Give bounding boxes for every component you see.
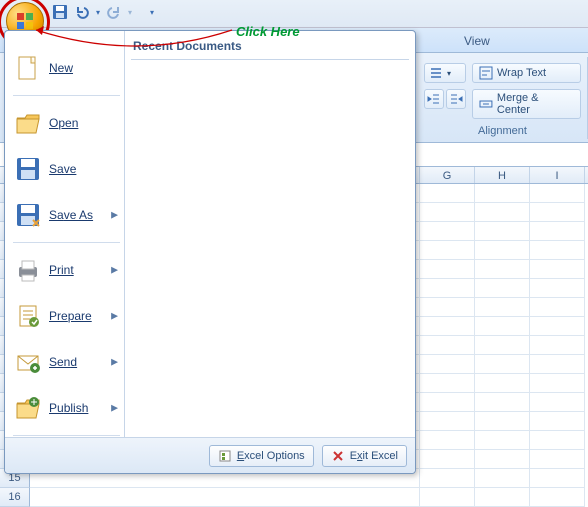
exit-icon [331,449,345,463]
menu-item-print[interactable]: Print ▶ [11,247,122,293]
menu-item-prepare[interactable]: Prepare ▶ [11,293,122,339]
office-menu-footer: Excel Options Exit Excel [5,437,415,473]
redo-dropdown-icon[interactable]: ▾ [128,8,132,17]
menu-separator [13,435,120,436]
indent-decrease-icon [427,92,441,106]
wrap-text-label: Wrap Text [497,67,546,79]
menu-item-publish[interactable]: Publish ▶ [11,385,122,431]
indent-increase-button[interactable] [446,89,466,109]
options-icon [218,449,232,463]
redo-icon[interactable] [106,4,122,20]
submenu-arrow-icon: ▶ [111,357,118,368]
office-menu-recent: Recent Documents [125,31,415,437]
excel-options-button[interactable]: Excel Options [209,445,314,467]
menu-item-label: Save [49,162,76,176]
col-g[interactable]: G [420,167,475,183]
menu-item-label: Send [49,355,77,369]
submenu-arrow-icon: ▶ [111,210,118,221]
menu-item-saveas[interactable]: Save As ▶ [11,192,122,238]
saveas-icon [15,202,41,228]
submenu-arrow-icon: ▶ [111,311,118,322]
send-icon [15,349,41,375]
exit-excel-button[interactable]: Exit Excel [322,445,407,467]
menu-separator [13,95,120,96]
alignment-group: ▾ Wrap Text Merge & [418,57,588,139]
undo-icon[interactable] [74,4,90,20]
col-i[interactable]: I [530,167,585,183]
alignment-group-title: Alignment [418,123,587,139]
menu-item-label: Open [49,116,78,130]
menu-item-label: Prepare [49,309,92,323]
publish-icon [15,395,41,421]
exit-excel-label: Exit Excel [350,450,398,462]
office-logo-icon [15,11,35,31]
submenu-arrow-icon: ▶ [111,403,118,414]
office-menu-left: NewOpenSaveSave As▶Print▶Prepare▶Send▶Pu… [5,31,125,437]
wrap-text-button[interactable]: Wrap Text [472,63,581,83]
merge-center-icon [479,97,493,111]
qat-customize-icon[interactable]: ▾ [150,8,154,17]
tab-view[interactable]: View [454,31,500,51]
wrap-text-icon [479,66,493,80]
row-16[interactable]: 16 [0,488,30,507]
align-icon [429,66,443,80]
menu-item-label: Publish [49,401,88,415]
menu-separator [13,242,120,243]
menu-item-send[interactable]: Send ▶ [11,339,122,385]
menu-item-new[interactable]: New [11,45,122,91]
undo-dropdown-icon[interactable]: ▾ [96,8,100,17]
col-h[interactable]: H [475,167,530,183]
new-icon [15,55,41,81]
open-icon [15,110,41,136]
office-menu: NewOpenSaveSave As▶Print▶Prepare▶Send▶Pu… [4,30,416,474]
prepare-icon [15,303,41,329]
align-button[interactable]: ▾ [424,63,466,83]
merge-center-button[interactable]: Merge & Center [472,89,581,119]
recent-documents-header: Recent Documents [131,35,409,60]
menu-item-label: Save As [49,208,93,222]
print-icon [15,257,41,283]
menu-item-label: New [49,61,73,75]
excel-options-label: Excel Options [237,450,305,462]
submenu-arrow-icon: ▶ [111,265,118,276]
menu-item-save[interactable]: Save [11,146,122,192]
menu-item-label: Print [49,263,74,277]
merge-center-label: Merge & Center [497,92,574,116]
quick-access-toolbar: ▾ ▾ ▾ [52,4,154,20]
save-icon[interactable] [52,4,68,20]
menu-item-open[interactable]: Open [11,100,122,146]
indent-increase-icon [449,92,463,106]
title-bar: ▾ ▾ ▾ [0,0,588,28]
indent-decrease-button[interactable] [424,89,444,109]
save-icon [15,156,41,182]
